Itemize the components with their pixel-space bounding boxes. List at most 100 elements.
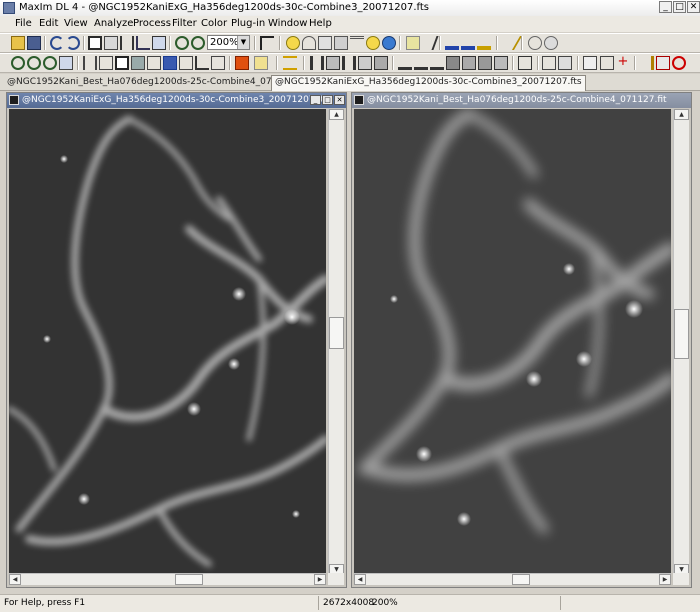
brush-icon[interactable] xyxy=(640,56,654,70)
camera-icon[interactable] xyxy=(318,36,332,50)
blink-icon[interactable] xyxy=(528,36,542,50)
scroll-up-button[interactable]: ▲ xyxy=(674,109,689,120)
combine-icon[interactable] xyxy=(179,56,193,70)
scale-icon[interactable] xyxy=(414,56,428,70)
save-icon[interactable] xyxy=(27,36,41,50)
redo-icon[interactable] xyxy=(66,36,80,50)
filter-kernel-icon[interactable] xyxy=(310,56,324,70)
rotate-icon[interactable] xyxy=(136,36,150,50)
globe-icon[interactable] xyxy=(382,36,396,50)
stack-icon[interactable] xyxy=(147,56,161,70)
scroll-right-button[interactable]: ▶ xyxy=(659,574,671,585)
flip-icon[interactable] xyxy=(120,36,134,50)
close-button[interactable]: ✕ xyxy=(687,1,700,13)
undo-icon[interactable] xyxy=(50,36,64,50)
dark-icon[interactable] xyxy=(446,56,460,70)
stop-icon[interactable] xyxy=(672,56,686,70)
vertical-scroll-thumb[interactable] xyxy=(329,317,344,349)
copy-icon[interactable] xyxy=(583,56,597,70)
info-icon[interactable] xyxy=(518,56,532,70)
menu-filter[interactable]: Filter xyxy=(172,18,197,29)
fit-window-icon[interactable] xyxy=(59,56,73,70)
smiley-icon[interactable] xyxy=(366,36,380,50)
scroll-left-button[interactable]: ◀ xyxy=(9,574,21,585)
app-icon[interactable] xyxy=(3,2,15,14)
scroll-left-button[interactable]: ◀ xyxy=(354,574,366,585)
color-icon[interactable] xyxy=(211,56,225,70)
resize-grip[interactable] xyxy=(328,573,344,585)
horizontal-scrollbar[interactable]: ◀ ▶ xyxy=(354,573,671,585)
fft-icon[interactable] xyxy=(374,56,388,70)
scroll-up-button[interactable]: ▲ xyxy=(329,109,344,120)
crosshair-icon[interactable]: + xyxy=(616,55,630,70)
bad-pixel-icon[interactable] xyxy=(478,56,492,70)
convert-icon[interactable] xyxy=(558,56,572,70)
menu-edit[interactable]: Edit xyxy=(39,18,58,29)
calibrate-icon[interactable] xyxy=(163,56,177,70)
tab-document-2[interactable]: @NGC1952KaniExG_Ha356deg1200ds-30c-Combi… xyxy=(271,75,586,91)
bias-icon[interactable] xyxy=(430,56,444,70)
horizontal-scroll-thumb[interactable] xyxy=(512,574,530,585)
chevron-down-icon[interactable]: ▼ xyxy=(237,36,249,49)
compare-icon[interactable] xyxy=(544,36,558,50)
annotate-icon[interactable] xyxy=(254,56,268,70)
levels-icon[interactable] xyxy=(283,56,297,70)
flat-icon[interactable] xyxy=(462,56,476,70)
mirror-icon[interactable] xyxy=(83,56,97,70)
kernel-icon[interactable] xyxy=(494,56,508,70)
wand-icon[interactable] xyxy=(499,36,523,50)
stretch-high-icon[interactable] xyxy=(477,36,491,50)
menu-help[interactable]: Help xyxy=(309,18,332,29)
filter-wheel-icon[interactable] xyxy=(334,36,348,50)
vertical-scroll-thumb[interactable] xyxy=(674,309,689,359)
zoom-icon[interactable] xyxy=(11,56,25,70)
tab-document-1[interactable]: @NGC1952Kani_Best_Ha076deg1200ds-25c-Com… xyxy=(4,76,312,89)
run-script-icon[interactable] xyxy=(235,56,249,70)
scroll-right-button[interactable]: ▶ xyxy=(314,574,326,585)
select-tool-icon[interactable] xyxy=(88,36,102,50)
histogram-icon[interactable] xyxy=(131,56,145,70)
child-minimize-button[interactable]: _ xyxy=(310,95,321,105)
photometry-icon[interactable] xyxy=(406,36,420,50)
image-window-right[interactable]: @NGC1952Kani_Best_Ha076deg1200ds-25c-Com… xyxy=(351,92,692,588)
header-icon[interactable] xyxy=(542,56,556,70)
tile-icon[interactable] xyxy=(600,56,614,70)
resize-grip[interactable] xyxy=(673,573,689,585)
image-window-left[interactable]: @NGC1952KaniExG_Ha356deg1200ds-30c-Combi… xyxy=(6,92,347,588)
child-close-button[interactable]: ✕ xyxy=(334,95,345,105)
image-window-icon[interactable] xyxy=(115,56,129,70)
child-maximize-button[interactable]: □ xyxy=(322,95,333,105)
child-titlebar[interactable]: @NGC1952KaniExG_Ha356deg1200ds-30c-Combi… xyxy=(7,93,346,108)
maximize-button[interactable]: □ xyxy=(673,1,686,13)
nebula-image-sharp[interactable] xyxy=(9,109,326,575)
menu-color[interactable]: Color xyxy=(201,18,227,29)
bin-icon[interactable] xyxy=(152,36,166,50)
menu-process[interactable]: Process xyxy=(133,18,171,29)
pixel-math-icon[interactable] xyxy=(398,56,412,70)
image-doc-icon[interactable] xyxy=(9,95,19,105)
stretch-low-icon[interactable] xyxy=(445,36,459,50)
context-help-icon[interactable] xyxy=(260,36,274,50)
stretch-medium-icon[interactable] xyxy=(461,36,475,50)
zoom-in-icon[interactable] xyxy=(175,36,189,50)
menu-plugin[interactable]: Plug-in xyxy=(231,18,265,29)
unsharp-mask-icon[interactable] xyxy=(326,56,340,70)
measure-icon[interactable] xyxy=(419,36,439,50)
minimize-button[interactable]: _ xyxy=(659,1,672,13)
zoom-in-small-icon[interactable] xyxy=(27,56,41,70)
star-icon[interactable] xyxy=(286,36,300,50)
child-titlebar[interactable]: @NGC1952Kani_Best_Ha076deg1200ds-25c-Com… xyxy=(352,93,691,108)
zoom-select[interactable]: 200% ▼ xyxy=(207,35,250,50)
guide-icon[interactable] xyxy=(350,36,364,50)
zoom-out-icon[interactable] xyxy=(191,36,205,50)
ddp-icon[interactable] xyxy=(358,56,372,70)
crop-icon[interactable] xyxy=(104,36,118,50)
open-icon[interactable] xyxy=(11,36,25,50)
menu-window[interactable]: Window xyxy=(268,18,307,29)
zoom-out-small-icon[interactable] xyxy=(43,56,57,70)
image-doc-icon[interactable] xyxy=(354,95,364,105)
vertical-scrollbar[interactable]: ▲ ▼ xyxy=(673,109,689,575)
vertical-scrollbar[interactable]: ▲ ▼ xyxy=(328,109,344,575)
nebula-image-soft[interactable] xyxy=(354,109,671,575)
align-icon[interactable] xyxy=(99,56,113,70)
